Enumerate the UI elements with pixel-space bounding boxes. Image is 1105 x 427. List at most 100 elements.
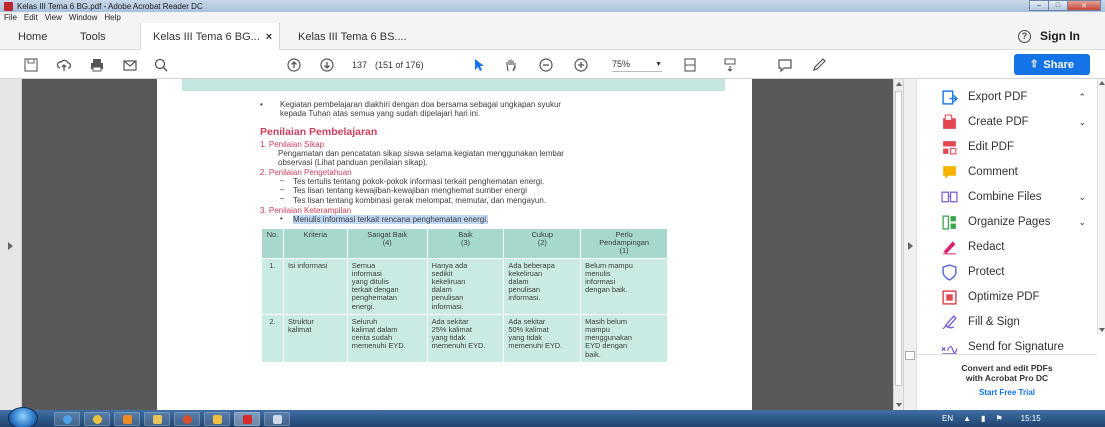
document-scrollbar[interactable] bbox=[893, 79, 903, 410]
table-row: 1. Isi informasi Semua informasi yang di… bbox=[261, 257, 668, 315]
chevron-down-icon: ▼ bbox=[655, 60, 662, 68]
title-bar: Kelas III Tema 6 BG.pdf - Adobe Acrobat … bbox=[0, 0, 1105, 12]
page-number-value: 137 bbox=[352, 59, 368, 70]
item-3-bullet-1-selected[interactable]: Menulis informasi terkait rencana penghe… bbox=[293, 215, 489, 224]
save-icon[interactable] bbox=[22, 56, 39, 73]
tab-tools[interactable]: Tools bbox=[80, 23, 106, 50]
sign-in-link[interactable]: Sign In bbox=[1040, 23, 1080, 50]
page-number-field[interactable]: 137 (151 of 176) bbox=[352, 57, 430, 72]
table-cell: Hanya ada sedikit kekeliruan dalam penul… bbox=[426, 257, 505, 315]
windows-start-button[interactable] bbox=[8, 407, 38, 427]
tools-pane-scrollbar[interactable] bbox=[1097, 79, 1105, 334]
scroll-up-icon[interactable] bbox=[896, 82, 902, 86]
tool-edit-pdf[interactable]: Edit PDF bbox=[940, 136, 1090, 158]
chevron-down-icon[interactable]: ⌄ bbox=[1078, 117, 1086, 128]
pen-icon[interactable] bbox=[810, 56, 827, 73]
expand-left-panel-icon[interactable] bbox=[8, 242, 13, 250]
section-heading: Penilaian Pembelajaran bbox=[260, 126, 378, 138]
select-pointer-icon[interactable] bbox=[470, 56, 487, 73]
chevron-up-icon[interactable]: ⌃ bbox=[1078, 92, 1086, 103]
zoom-in-icon[interactable] bbox=[572, 56, 589, 73]
zoom-level-dropdown[interactable]: 75% ▼ bbox=[612, 57, 662, 72]
taskbar-acrobat-button[interactable] bbox=[234, 412, 260, 426]
table-cell: Ada sekitar 50% kalimat yang tidak memen… bbox=[503, 313, 582, 363]
close-window-button[interactable]: ✕ bbox=[1067, 0, 1101, 11]
item-2-title: 2. Penilaian Pengetahuan bbox=[260, 168, 352, 177]
scrollbar-thumb[interactable] bbox=[895, 91, 902, 386]
language-indicator[interactable]: EN bbox=[942, 414, 953, 423]
help-icon[interactable]: ? bbox=[1018, 30, 1031, 43]
tools-pane: Export PDF ⌃ Create PDF ⌄ Edit PDF Comme… bbox=[903, 79, 1105, 410]
hand-tool-icon[interactable] bbox=[502, 56, 519, 73]
menu-file[interactable]: File bbox=[4, 13, 17, 22]
taskbar-ie-button[interactable] bbox=[54, 412, 80, 426]
network-icon[interactable]: ▮ bbox=[981, 414, 985, 423]
tool-organize-pages[interactable]: Organize Pages ⌄ bbox=[940, 211, 1090, 233]
scroll-mode-icon[interactable] bbox=[718, 56, 742, 73]
table-cell: Isi informasi bbox=[282, 257, 348, 315]
chevron-down-icon[interactable]: ⌄ bbox=[1078, 217, 1086, 228]
pane-toggle-box[interactable] bbox=[905, 351, 915, 360]
scroll-down-icon[interactable] bbox=[1099, 328, 1105, 332]
zoom-out-icon[interactable] bbox=[537, 56, 554, 73]
menu-window[interactable]: Window bbox=[69, 13, 97, 22]
taskbar-chrome-button[interactable] bbox=[84, 412, 110, 426]
left-navigation-rail[interactable] bbox=[0, 79, 22, 410]
tool-label: Export PDF bbox=[968, 91, 1028, 103]
tab-document-2[interactable]: Kelas III Tema 6 BS.... bbox=[298, 23, 407, 50]
tab-document-1-label: Kelas III Tema 6 BG... bbox=[153, 30, 260, 43]
email-icon[interactable] bbox=[121, 56, 138, 73]
maximize-button[interactable]: □ bbox=[1048, 0, 1068, 11]
minimize-button[interactable]: – bbox=[1029, 0, 1049, 11]
create-pdf-icon bbox=[940, 113, 958, 131]
tray-expand-icon[interactable]: ▲ bbox=[963, 414, 971, 423]
scroll-down-icon[interactable] bbox=[896, 403, 902, 407]
taskbar-notes-button[interactable] bbox=[264, 412, 290, 426]
share-button[interactable]: ⇧ Share bbox=[1014, 54, 1090, 75]
search-icon[interactable] bbox=[152, 56, 169, 73]
tab-close-icon[interactable]: × bbox=[266, 31, 272, 43]
menu-edit[interactable]: Edit bbox=[24, 13, 38, 22]
scroll-up-icon[interactable] bbox=[1099, 81, 1105, 85]
table-header-row: No. Kriteria Sangat Baik (4) Baik (3) Cu… bbox=[261, 228, 668, 259]
cloud-upload-icon[interactable] bbox=[55, 56, 72, 73]
page-up-icon[interactable] bbox=[285, 56, 302, 73]
header-sangat-baik: Sangat Baik (4) bbox=[346, 228, 428, 259]
clock[interactable]: 15:15 bbox=[1021, 414, 1041, 423]
comment-tool-icon bbox=[940, 163, 958, 181]
menu-help[interactable]: Help bbox=[104, 13, 120, 22]
tool-export-pdf[interactable]: Export PDF ⌃ bbox=[940, 86, 1090, 108]
tool-redact[interactable]: Redact bbox=[940, 236, 1090, 258]
tab-document-1[interactable]: Kelas III Tema 6 BG... × bbox=[140, 23, 280, 50]
print-icon[interactable] bbox=[88, 56, 105, 73]
tool-comment[interactable]: Comment bbox=[940, 161, 1090, 183]
document-viewport[interactable]: • Kegiatan pembelajaran diakhiri dengan … bbox=[0, 79, 903, 410]
item-1-line-1: Pengamatan dan pencatatan sikap siswa se… bbox=[278, 149, 564, 158]
tab-home[interactable]: Home bbox=[18, 23, 47, 50]
fill-sign-icon bbox=[940, 313, 958, 331]
fit-page-icon[interactable] bbox=[678, 56, 702, 73]
tool-label: Comment bbox=[968, 166, 1018, 178]
taskbar-app-button[interactable] bbox=[174, 412, 200, 426]
intro-line-1: Kegiatan pembelajaran diakhiri dengan do… bbox=[280, 100, 562, 109]
tools-pane-rail[interactable] bbox=[904, 79, 917, 410]
taskbar-explorer-button[interactable] bbox=[144, 412, 170, 426]
menu-view[interactable]: View bbox=[45, 13, 62, 22]
tool-protect[interactable]: Protect bbox=[940, 261, 1090, 283]
collapse-tools-pane-icon[interactable] bbox=[908, 242, 913, 250]
flag-icon[interactable]: ⚑ bbox=[995, 414, 1002, 423]
taskbar-folder-button[interactable] bbox=[204, 412, 230, 426]
tool-label: Edit PDF bbox=[968, 141, 1015, 153]
notes-icon bbox=[273, 415, 282, 424]
chevron-down-icon[interactable]: ⌄ bbox=[1078, 192, 1086, 203]
tool-combine-files[interactable]: Combine Files ⌄ bbox=[940, 186, 1090, 208]
taskbar-media-button[interactable] bbox=[114, 412, 140, 426]
start-free-trial-link[interactable]: Start Free Trial bbox=[917, 388, 1097, 397]
tool-create-pdf[interactable]: Create PDF ⌄ bbox=[940, 111, 1090, 133]
tool-label: Fill & Sign bbox=[968, 316, 1020, 328]
taskbar: EN ▲ ▮ ⚑ 15:15 bbox=[0, 407, 1105, 427]
tool-optimize-pdf[interactable]: Optimize PDF bbox=[940, 286, 1090, 308]
page-down-icon[interactable] bbox=[318, 56, 335, 73]
tool-fill-and-sign[interactable]: Fill & Sign bbox=[940, 311, 1090, 333]
comment-icon[interactable] bbox=[776, 56, 793, 73]
